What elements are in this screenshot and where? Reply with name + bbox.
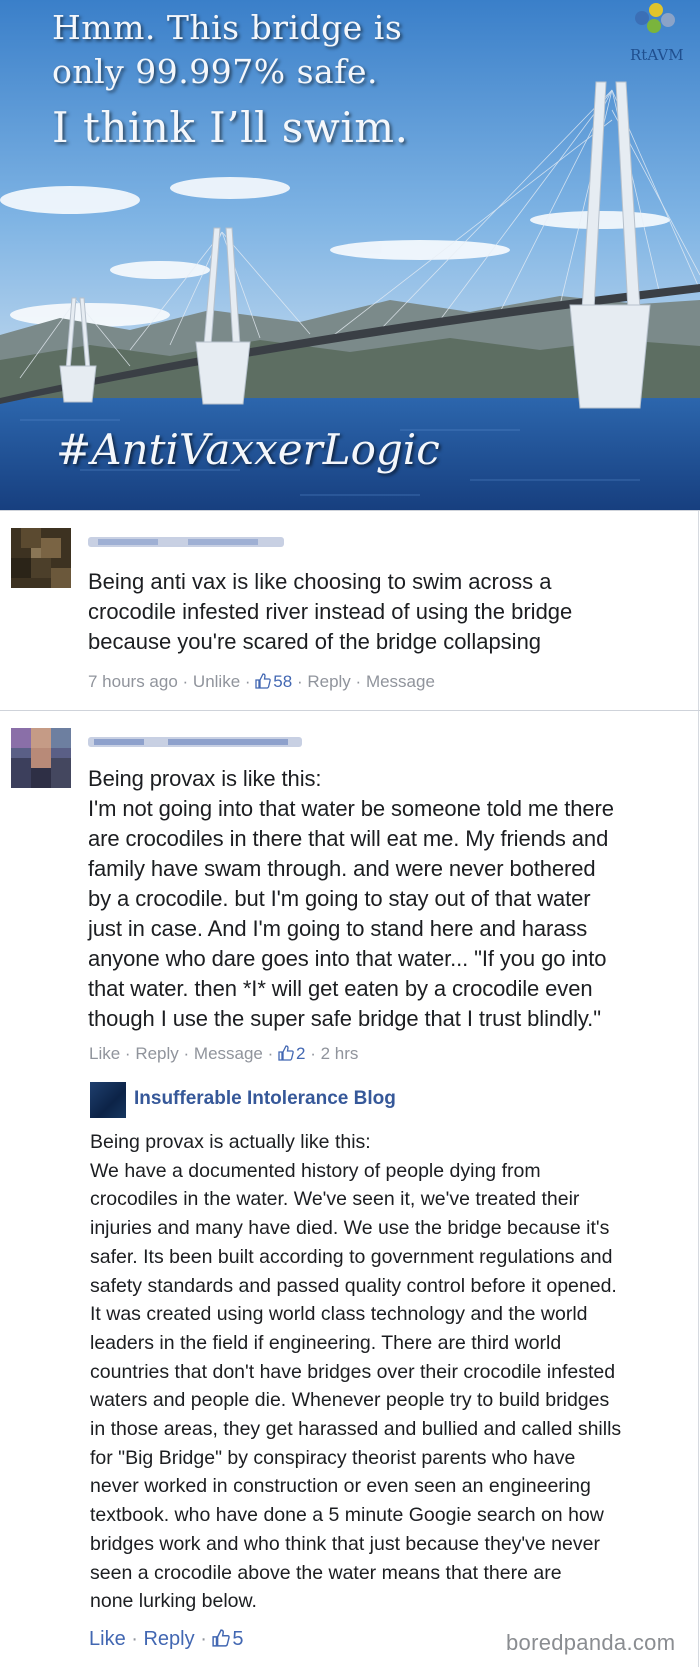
like-count[interactable]: 58 <box>255 672 292 691</box>
blurred-author-name[interactable] <box>88 534 284 550</box>
unlike-link[interactable]: Unlike <box>193 672 240 691</box>
reply-link[interactable]: Reply <box>307 672 350 691</box>
reply-author-name[interactable]: Insufferable Intolerance Blog <box>134 1088 396 1110</box>
thumbs-up-icon <box>212 1629 231 1647</box>
like-count-value: 2 <box>296 1044 306 1063</box>
comment-text: Being anti vax is like choosing to swim … <box>88 569 573 654</box>
like-link[interactable]: Like <box>89 1628 126 1650</box>
meme-line-3: I think I’ll swim. <box>52 103 409 152</box>
message-link[interactable]: Message <box>366 672 435 691</box>
divider <box>0 710 700 711</box>
thumbs-up-icon <box>255 673 272 689</box>
like-link[interactable]: Like <box>89 1044 120 1063</box>
reply-text: Being provax is actually like this: We h… <box>90 1131 622 1613</box>
divider <box>0 510 700 511</box>
comment-actions: Like · Reply · Message · 2 · 2 hrs <box>89 1044 359 1063</box>
reply-avatar[interactable] <box>90 1082 126 1118</box>
like-count-value: 58 <box>273 672 293 691</box>
like-count[interactable]: 2 <box>278 1044 305 1063</box>
watermark: boredpanda.com <box>506 1630 676 1655</box>
avatar[interactable] <box>11 728 71 788</box>
like-count[interactable]: 5 <box>212 1628 244 1650</box>
comment-timestamp[interactable]: 2 hrs <box>321 1044 359 1063</box>
comment-timestamp[interactable]: 7 hours ago <box>88 672 178 691</box>
comment-text: Being provax is like this: I'm not going… <box>88 766 614 1031</box>
thumbs-up-icon <box>278 1045 294 1061</box>
reply-link[interactable]: Reply <box>135 1044 178 1063</box>
like-count-value: 5 <box>232 1628 244 1650</box>
thread-border <box>698 510 699 1667</box>
meme-image: RtAVM Hmm. This bridge is only 99.997% s… <box>0 0 700 510</box>
message-link[interactable]: Message <box>194 1044 263 1063</box>
comment-actions: 7 hours ago · Unlike · 58 · Reply · Mess… <box>88 672 435 691</box>
meme-line-2: only 99.997% safe. <box>52 52 378 91</box>
reply-actions: Like · Reply · 5 <box>89 1628 244 1650</box>
meme-caption: Hmm. This bridge is only 99.997% safe. I… <box>52 6 532 158</box>
avatar[interactable] <box>11 528 71 588</box>
meme-hashtag: #AntiVaxxerLogic <box>56 425 440 474</box>
reply-link[interactable]: Reply <box>143 1628 194 1650</box>
logo-text: RtAVM <box>630 46 684 64</box>
meme-line-1: Hmm. This bridge is <box>52 8 403 47</box>
blurred-author-name[interactable] <box>88 734 302 750</box>
